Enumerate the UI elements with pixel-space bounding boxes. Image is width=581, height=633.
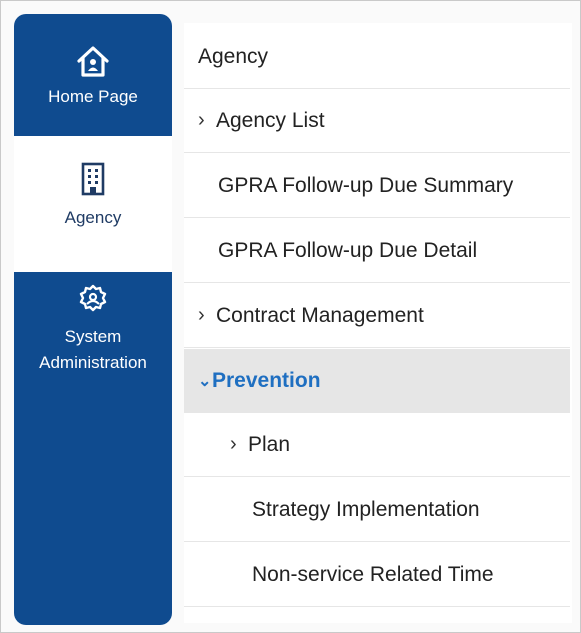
submenu-item-prevention[interactable]: ⌄ Prevention <box>184 349 570 413</box>
submenu-item-non-service-related-time[interactable]: Non-service Related Time <box>184 543 570 607</box>
submenu-item-gpra-followup-due-summary[interactable]: GPRA Follow-up Due Summary <box>184 154 570 218</box>
submenu-item-gpra-followup-due-detail[interactable]: GPRA Follow-up Due Detail <box>184 219 570 283</box>
chevron-down-icon: ⌄ <box>198 373 212 390</box>
submenu-item-label: Prevention <box>212 369 321 392</box>
nav-rail: Home Page Agency System Administration <box>14 14 172 625</box>
submenu-item-label: Contract Management <box>216 303 424 327</box>
submenu-item-label: Strategy Implementation <box>252 497 480 521</box>
submenu-item-plan[interactable]: › Plan <box>184 413 570 477</box>
rail-item-label: Agency <box>64 208 122 227</box>
rail-item-system-administration[interactable]: System Administration <box>14 282 172 376</box>
rail-item-label: Administration <box>39 353 147 372</box>
submenu-item-agency-list[interactable]: › Agency List <box>184 89 570 153</box>
rail-item-label: System <box>64 327 122 346</box>
submenu-panel: Agency › Agency List GPRA Follow-up Due … <box>184 23 572 623</box>
submenu-title: Agency <box>184 25 570 89</box>
submenu-item-contract-management[interactable]: › Contract Management <box>184 284 570 348</box>
submenu-item-label: Non-service Related Time <box>252 562 494 586</box>
submenu-item-label: GPRA Follow-up Due Summary <box>218 173 514 197</box>
chevron-right-icon: › <box>198 304 205 326</box>
rail-item-agency[interactable]: Agency <box>14 136 172 272</box>
gear-icon <box>14 282 172 324</box>
submenu-item-label: GPRA Follow-up Due Detail <box>218 238 478 262</box>
building-icon <box>14 161 172 207</box>
chevron-right-icon: › <box>230 433 237 455</box>
chevron-right-icon: › <box>198 109 205 131</box>
rail-item-label: Home Page <box>48 87 138 106</box>
submenu-item-label: Agency List <box>216 108 325 132</box>
rail-item-home-page[interactable]: Home Page <box>14 42 172 108</box>
submenu-item-strategy-implementation[interactable]: Strategy Implementation <box>184 478 570 542</box>
app-frame: Home Page Agency System Administration A… <box>0 0 581 633</box>
submenu-title-text: Agency <box>198 44 269 68</box>
submenu-item-label: Plan <box>248 432 291 456</box>
home-icon <box>14 42 172 86</box>
